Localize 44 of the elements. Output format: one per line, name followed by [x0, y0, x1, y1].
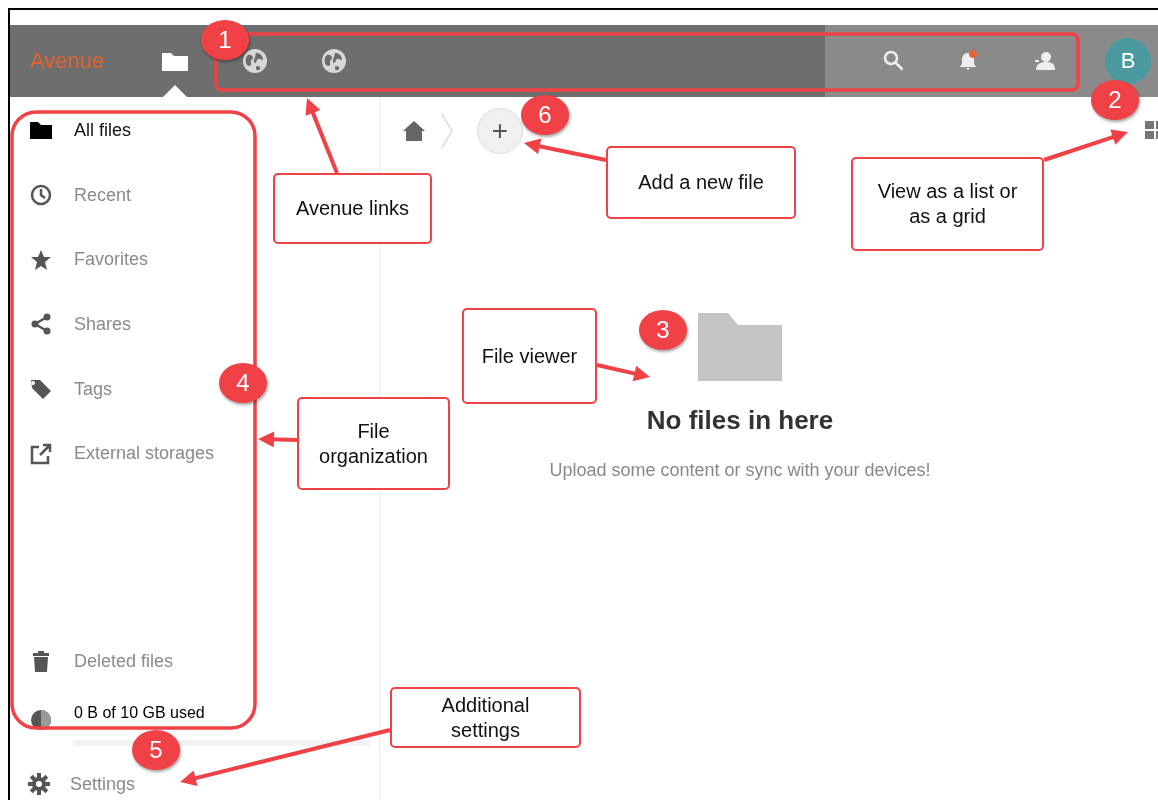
tag-icon — [30, 378, 52, 401]
home-icon[interactable] — [403, 121, 425, 141]
callout: File viewer — [462, 308, 597, 404]
callout: Additional settings — [390, 687, 581, 748]
arrow — [596, 363, 650, 382]
number-badge: 5 — [132, 730, 180, 770]
sidebar-item[interactable]: All files — [10, 97, 131, 163]
settings-item[interactable]: Settings — [10, 770, 138, 798]
folder-icon — [698, 313, 782, 381]
search-icon[interactable] — [883, 50, 905, 72]
star-icon — [30, 248, 52, 271]
callout: File organization — [297, 397, 450, 490]
number-badge: 2 — [1091, 80, 1139, 120]
arrow — [258, 431, 298, 448]
active-tab-pointer — [163, 85, 187, 97]
user-avatar[interactable]: B — [1105, 38, 1151, 84]
folder-icon — [30, 119, 52, 141]
breadcrumb-separator-icon — [441, 113, 453, 149]
number-badge: 1 — [201, 20, 249, 60]
number-badge: 6 — [521, 95, 569, 135]
number-badge: 3 — [639, 310, 687, 350]
sidebar-item[interactable]: Favorites — [10, 227, 149, 293]
sidebar-item[interactable]: Recent — [10, 163, 132, 228]
bell-icon[interactable] — [957, 50, 979, 72]
globe-icon[interactable] — [242, 48, 268, 74]
sidebar-item[interactable]: External storages — [10, 421, 215, 486]
sidebar-item[interactable]: Shares — [10, 292, 132, 357]
deleted-files-item[interactable]: Deleted files — [10, 628, 174, 694]
callout: View as a list or as a grid — [851, 157, 1044, 251]
quota-text: 0 B of 10 GB used — [74, 704, 205, 722]
empty-subtitle: Upload some content or sync with your devices! — [549, 460, 931, 481]
callout: Add a new file — [606, 146, 796, 219]
share-icon — [30, 313, 52, 336]
globe-icon[interactable] — [321, 48, 347, 74]
add-button[interactable]: + — [477, 108, 523, 154]
empty-title: No files in here — [646, 405, 834, 436]
callout: Avenue links — [273, 173, 432, 244]
sidebar-item[interactable]: Tags — [10, 356, 113, 422]
folder-icon[interactable] — [162, 51, 188, 71]
external-link-icon — [30, 442, 52, 465]
clock-icon — [30, 184, 52, 207]
trash-icon — [30, 650, 52, 672]
number-badge: 4 — [219, 363, 267, 403]
gear-icon — [28, 773, 50, 795]
